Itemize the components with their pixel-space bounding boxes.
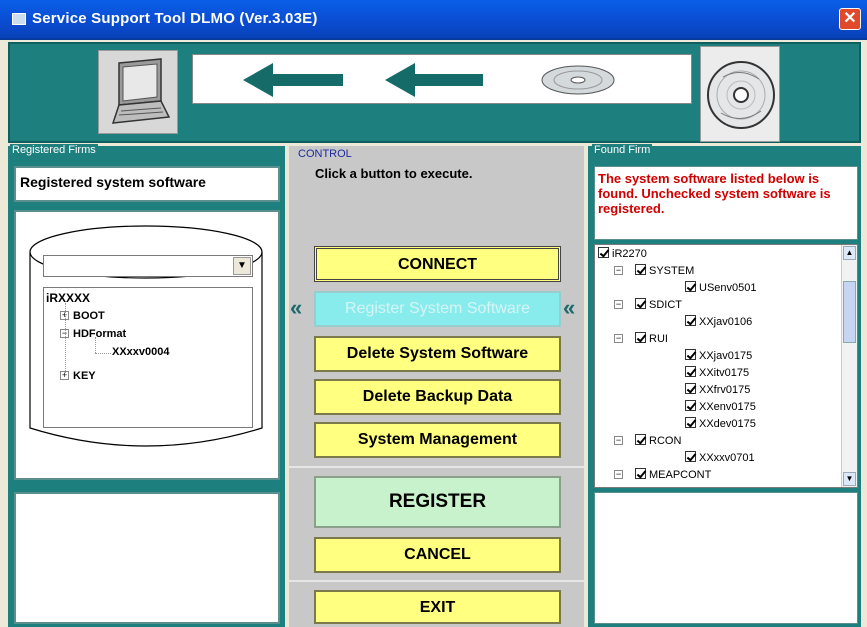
- tree-node-label: SDICT: [649, 299, 682, 311]
- tree-node-label: XXfrv0175: [699, 384, 751, 396]
- checkbox[interactable]: [685, 366, 696, 377]
- tree-node-label: HDFormat: [73, 328, 127, 340]
- checkbox[interactable]: [635, 332, 646, 343]
- tree-node[interactable]: XXxxv0004: [112, 344, 170, 358]
- found-firm-label: Found Firm: [592, 144, 653, 156]
- tree-node-label: MEAPCONT: [649, 469, 712, 481]
- delete-system-software-button[interactable]: Delete System Software: [314, 336, 561, 372]
- tree-node[interactable]: XXfrv0175: [685, 383, 750, 396]
- checkbox[interactable]: [635, 298, 646, 309]
- tree-node-label: XXjav0106: [699, 316, 753, 328]
- cd-icon: [700, 46, 780, 142]
- tree-node-label: KEY: [73, 370, 96, 382]
- tree-node[interactable]: XXdev0175: [685, 417, 756, 430]
- tree-node[interactable]: XXenv0175: [685, 400, 756, 413]
- transfer-arrow-bar: [192, 54, 692, 104]
- control-label: CONTROL: [298, 148, 352, 160]
- checkbox[interactable]: [635, 264, 646, 275]
- tree-node-label: XXxxv0701: [699, 452, 755, 464]
- app-icon: [12, 13, 26, 25]
- tree-node[interactable]: − SDICT: [614, 298, 682, 311]
- collapse-icon[interactable]: −: [614, 470, 623, 479]
- tree-node[interactable]: iR2270: [598, 247, 647, 260]
- laptop-icon: [98, 50, 178, 134]
- tree-node[interactable]: + BOOT: [60, 308, 105, 322]
- tree-node-label: RUI: [649, 333, 668, 345]
- tree-node-label: XXjav0175: [699, 350, 753, 362]
- checkbox[interactable]: [598, 247, 609, 258]
- registered-firms-label: Registered Firms: [10, 144, 98, 156]
- register-button[interactable]: REGISTER: [314, 476, 561, 528]
- tree-node[interactable]: XXjav0106: [685, 315, 752, 328]
- left-arrow-icon: [385, 63, 483, 97]
- scroll-thumb[interactable]: [843, 281, 856, 343]
- tree-node[interactable]: USenv0501: [685, 281, 757, 294]
- tree-node-label: XXenv0175: [699, 401, 756, 413]
- tree-node[interactable]: XXitv0175: [685, 366, 749, 379]
- tree-node[interactable]: − RUI: [614, 332, 668, 345]
- chevron-down-icon[interactable]: ▼: [233, 257, 251, 275]
- tree-node-label: USenv0501: [699, 282, 757, 294]
- tree-node-label: XXxxv0004: [112, 346, 170, 358]
- collapse-icon[interactable]: −: [614, 334, 623, 343]
- tree-connector: [95, 353, 111, 354]
- found-detail-box: [594, 492, 858, 624]
- checkbox[interactable]: [685, 315, 696, 326]
- chevron-left-icon: «: [290, 295, 303, 320]
- tree-node-label: iRXXXX: [46, 291, 91, 305]
- registered-header-text: Registered system software: [20, 174, 206, 190]
- tree-node[interactable]: iRXXXX: [46, 291, 90, 305]
- checkbox[interactable]: [635, 468, 646, 479]
- tree-node[interactable]: XXxxv0701: [685, 451, 755, 464]
- collapse-icon[interactable]: −: [614, 266, 623, 275]
- found-message: The system software listed below is foun…: [598, 171, 831, 216]
- close-button[interactable]: ✕: [839, 8, 861, 30]
- tree-node-label: XXdev0175: [699, 418, 756, 430]
- system-management-button[interactable]: System Management: [314, 422, 561, 458]
- cancel-button[interactable]: CANCEL: [314, 537, 561, 573]
- tree-node-label: BOOT: [73, 310, 105, 322]
- divider: [289, 466, 584, 468]
- divider: [289, 580, 584, 582]
- scroll-down-icon[interactable]: ▼: [843, 472, 856, 486]
- tree-node[interactable]: − MEAPCONT: [614, 468, 711, 481]
- tree-connector: [95, 337, 96, 353]
- checkbox[interactable]: [685, 281, 696, 292]
- tree-node-label: SYSTEM: [649, 265, 695, 277]
- checkbox[interactable]: [685, 349, 696, 360]
- registered-header-box: Registered system software: [14, 166, 280, 202]
- checkbox[interactable]: [635, 434, 646, 445]
- tree-node-label: iR2270: [612, 248, 647, 260]
- instruction-text: Click a button to execute.: [315, 166, 473, 181]
- found-message-box: The system software listed below is foun…: [594, 166, 858, 240]
- checkbox[interactable]: [685, 383, 696, 394]
- checkbox[interactable]: [685, 451, 696, 462]
- window-title: Service Support Tool DLMO (Ver.3.03E): [32, 10, 318, 27]
- title-bar: Service Support Tool DLMO (Ver.3.03E) ✕: [0, 0, 867, 40]
- scroll-up-icon[interactable]: ▲: [843, 246, 856, 260]
- tree-node[interactable]: − RCON: [614, 434, 681, 447]
- firm-select[interactable]: ▼: [43, 255, 253, 277]
- tree-node-label: XXitv0175: [699, 367, 750, 379]
- register-system-software-button[interactable]: Register System Software: [314, 291, 561, 327]
- scrollbar[interactable]: ▲ ▼: [841, 245, 857, 487]
- tree-connector: [65, 303, 66, 375]
- chevron-left-icon: «: [563, 295, 576, 320]
- delete-backup-data-button[interactable]: Delete Backup Data: [314, 379, 561, 415]
- exit-button[interactable]: EXIT: [314, 590, 561, 624]
- checkbox[interactable]: [685, 400, 696, 411]
- tree-node[interactable]: − SYSTEM: [614, 264, 694, 277]
- tree-node[interactable]: − HDFormat: [60, 326, 126, 340]
- registered-detail-box: [14, 492, 280, 624]
- collapse-icon[interactable]: −: [614, 436, 623, 445]
- left-arrow-icon: [243, 63, 343, 97]
- connect-button[interactable]: CONNECT: [314, 246, 561, 282]
- tree-node[interactable]: XXjav0175: [685, 349, 752, 362]
- disc-icon: [541, 65, 615, 95]
- checkbox[interactable]: [685, 417, 696, 428]
- tree-node-label: RCON: [649, 435, 682, 447]
- collapse-icon[interactable]: −: [614, 300, 623, 309]
